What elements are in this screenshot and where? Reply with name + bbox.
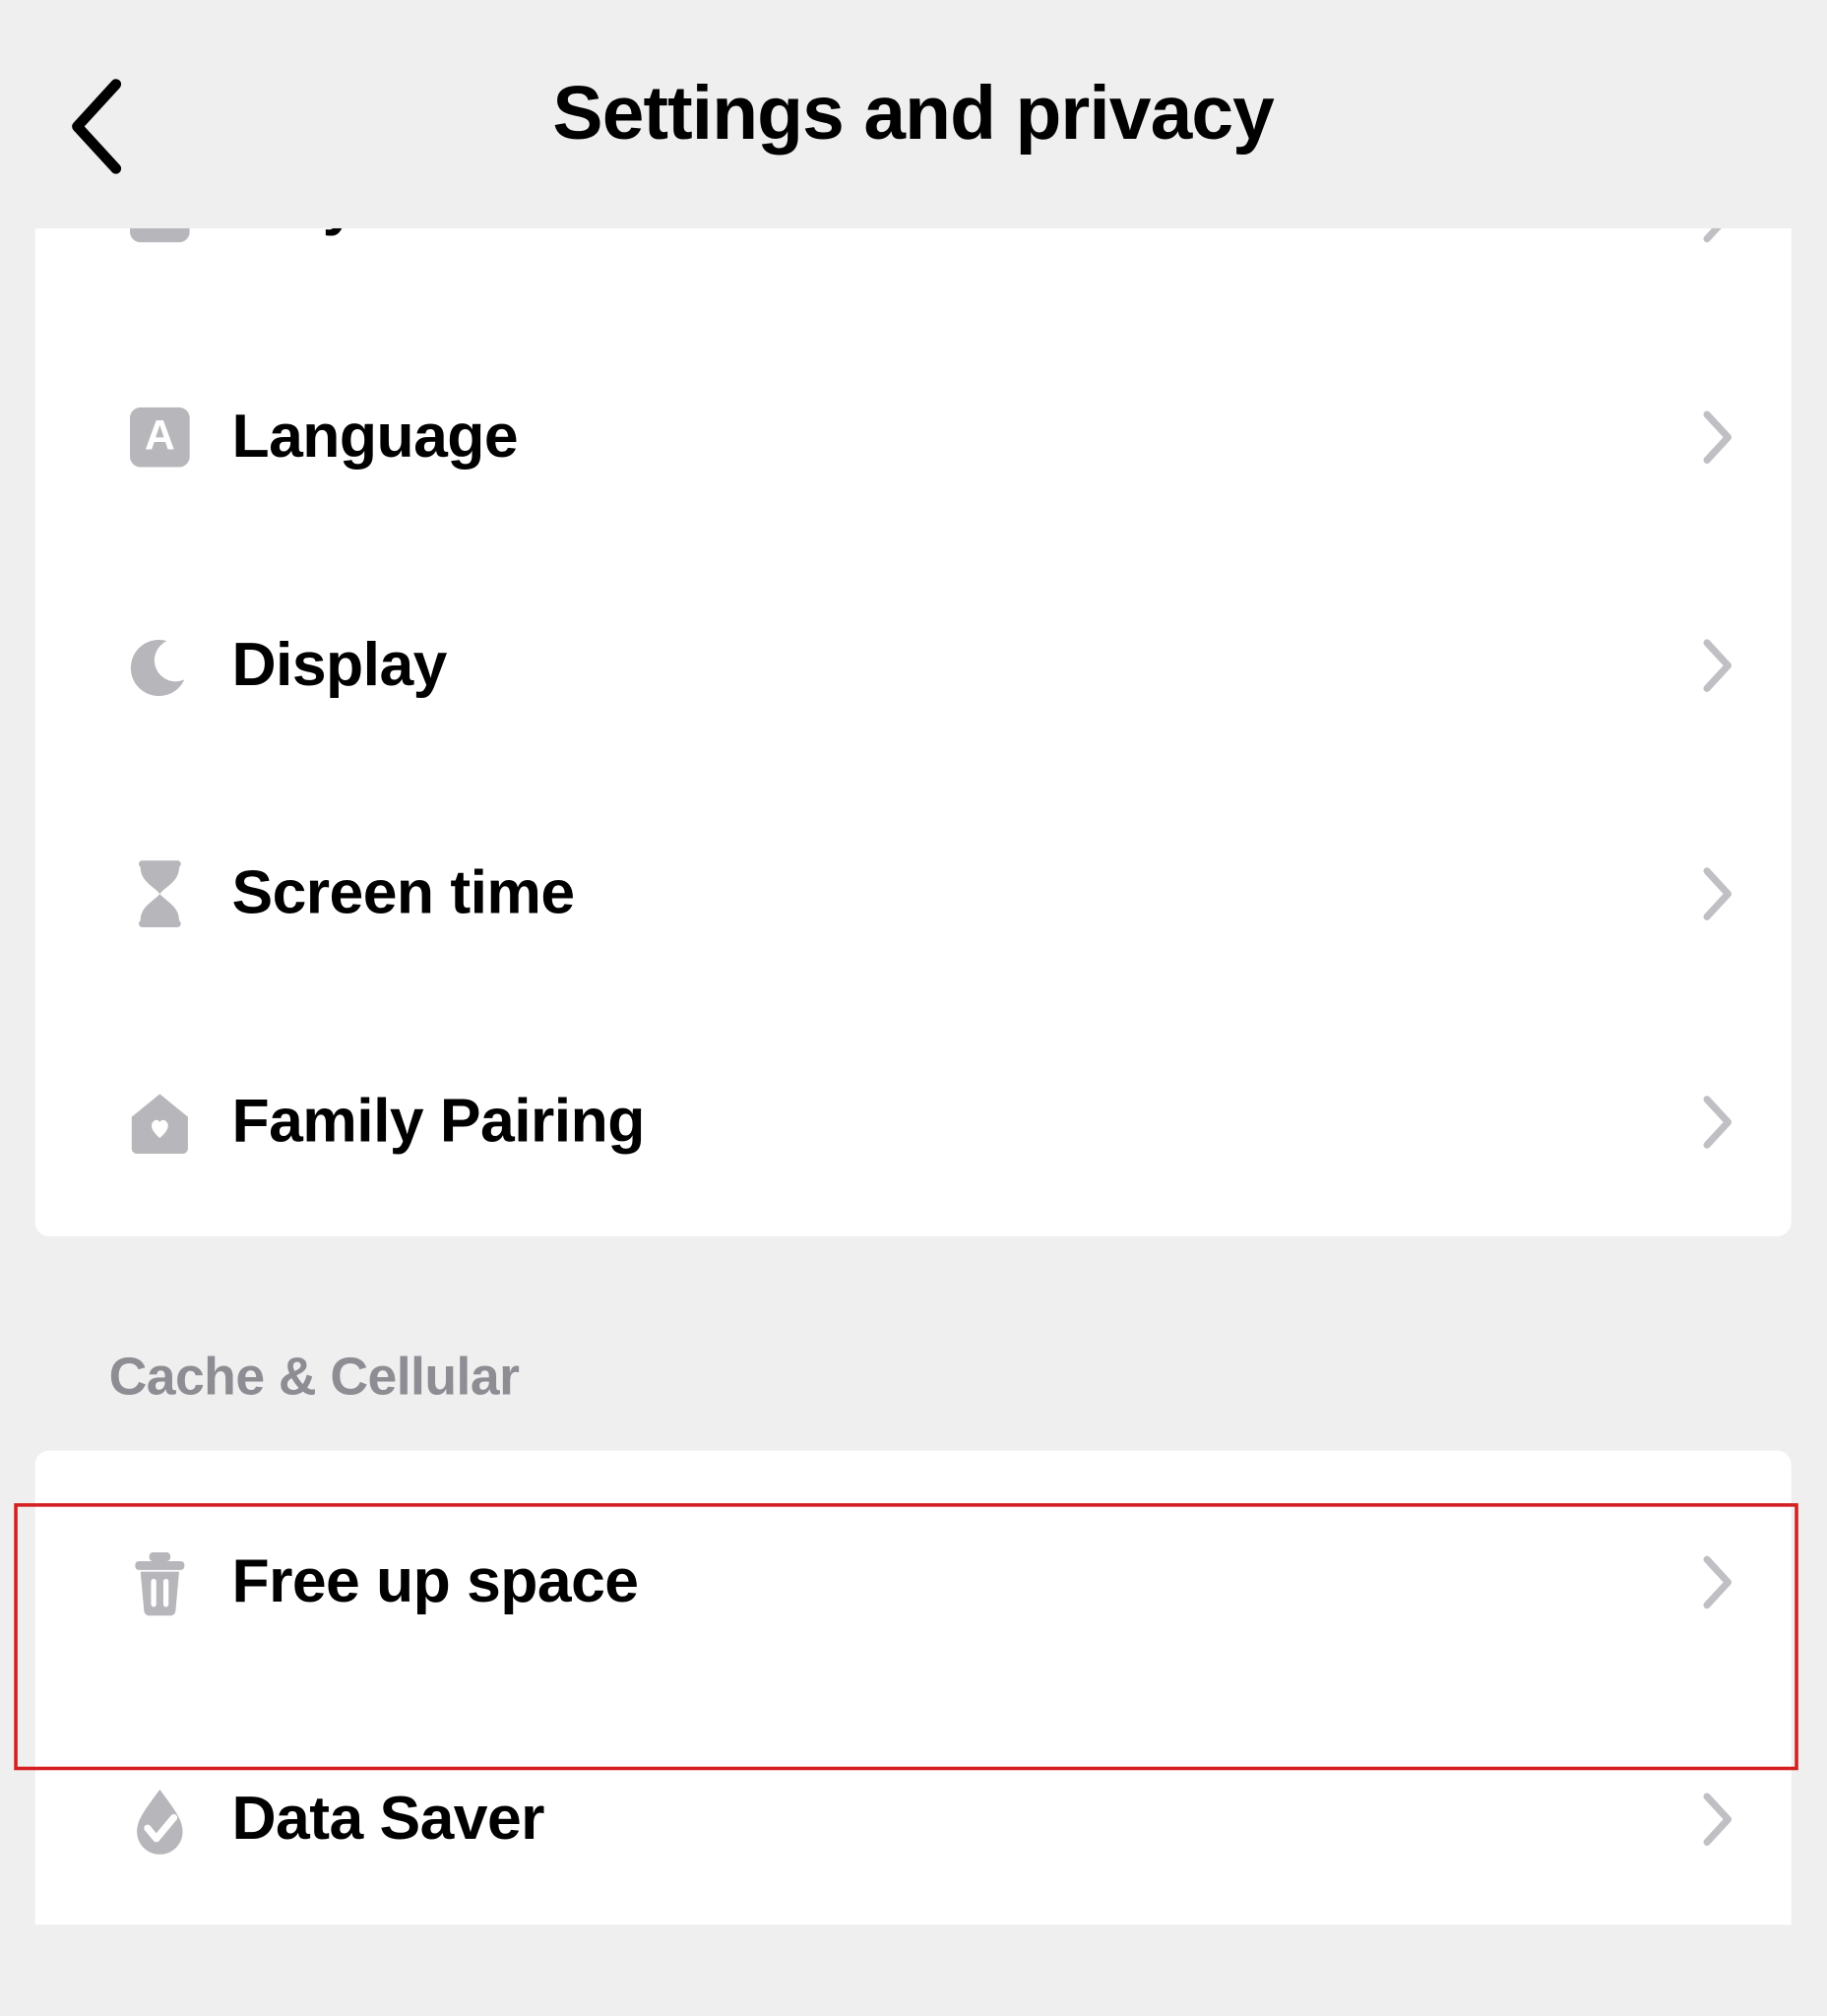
settings-row-display[interactable]: Display bbox=[35, 551, 1792, 780]
home-heart-icon bbox=[126, 1091, 193, 1154]
chevron-right-icon bbox=[1700, 1552, 1738, 1612]
settings-row-label: Playback bbox=[231, 228, 1699, 239]
chevron-right-icon bbox=[1700, 1093, 1738, 1153]
letter-a-icon: A bbox=[130, 408, 190, 468]
chevron-right-icon bbox=[1700, 864, 1738, 924]
chevron-right-icon bbox=[1700, 636, 1738, 696]
settings-row-data-saver[interactable]: Data Saver bbox=[35, 1714, 1792, 1924]
section-header-cache: Cache & Cellular bbox=[109, 1349, 1827, 1409]
chevron-right-icon bbox=[1700, 408, 1738, 468]
settings-row-family-pairing[interactable]: Family Pairing bbox=[35, 1008, 1792, 1236]
settings-row-language[interactable]: A Language bbox=[35, 323, 1792, 551]
settings-row-label: Free up space bbox=[231, 1547, 1699, 1617]
hourglass-icon bbox=[135, 860, 184, 927]
settings-row-label: Data Saver bbox=[231, 1785, 1699, 1855]
settings-panel-cache: Free up space Data Saver bbox=[35, 1451, 1792, 1925]
trash-icon bbox=[130, 1547, 190, 1617]
chevron-right-icon bbox=[1700, 1790, 1738, 1850]
settings-row-label: Display bbox=[231, 630, 1699, 700]
droplet-icon bbox=[130, 1785, 190, 1855]
chevron-left-icon bbox=[63, 77, 133, 175]
settings-row-label: Screen time bbox=[231, 858, 1699, 928]
settings-row-label: Language bbox=[231, 403, 1699, 472]
back-button[interactable] bbox=[63, 77, 133, 175]
settings-row-label: Family Pairing bbox=[231, 1087, 1699, 1157]
header-bar: Settings and privacy bbox=[0, 0, 1826, 228]
settings-panel-general: Playback A Language Display bbox=[35, 228, 1792, 1236]
page-title: Settings and privacy bbox=[0, 71, 1826, 157]
settings-row-screen-time[interactable]: Screen time bbox=[35, 780, 1792, 1008]
settings-row-playback[interactable]: Playback bbox=[35, 228, 1792, 323]
moon-icon bbox=[128, 634, 191, 697]
play-icon bbox=[130, 228, 190, 242]
settings-row-free-up-space[interactable]: Free up space bbox=[35, 1451, 1792, 1715]
chevron-right-icon bbox=[1700, 228, 1738, 246]
